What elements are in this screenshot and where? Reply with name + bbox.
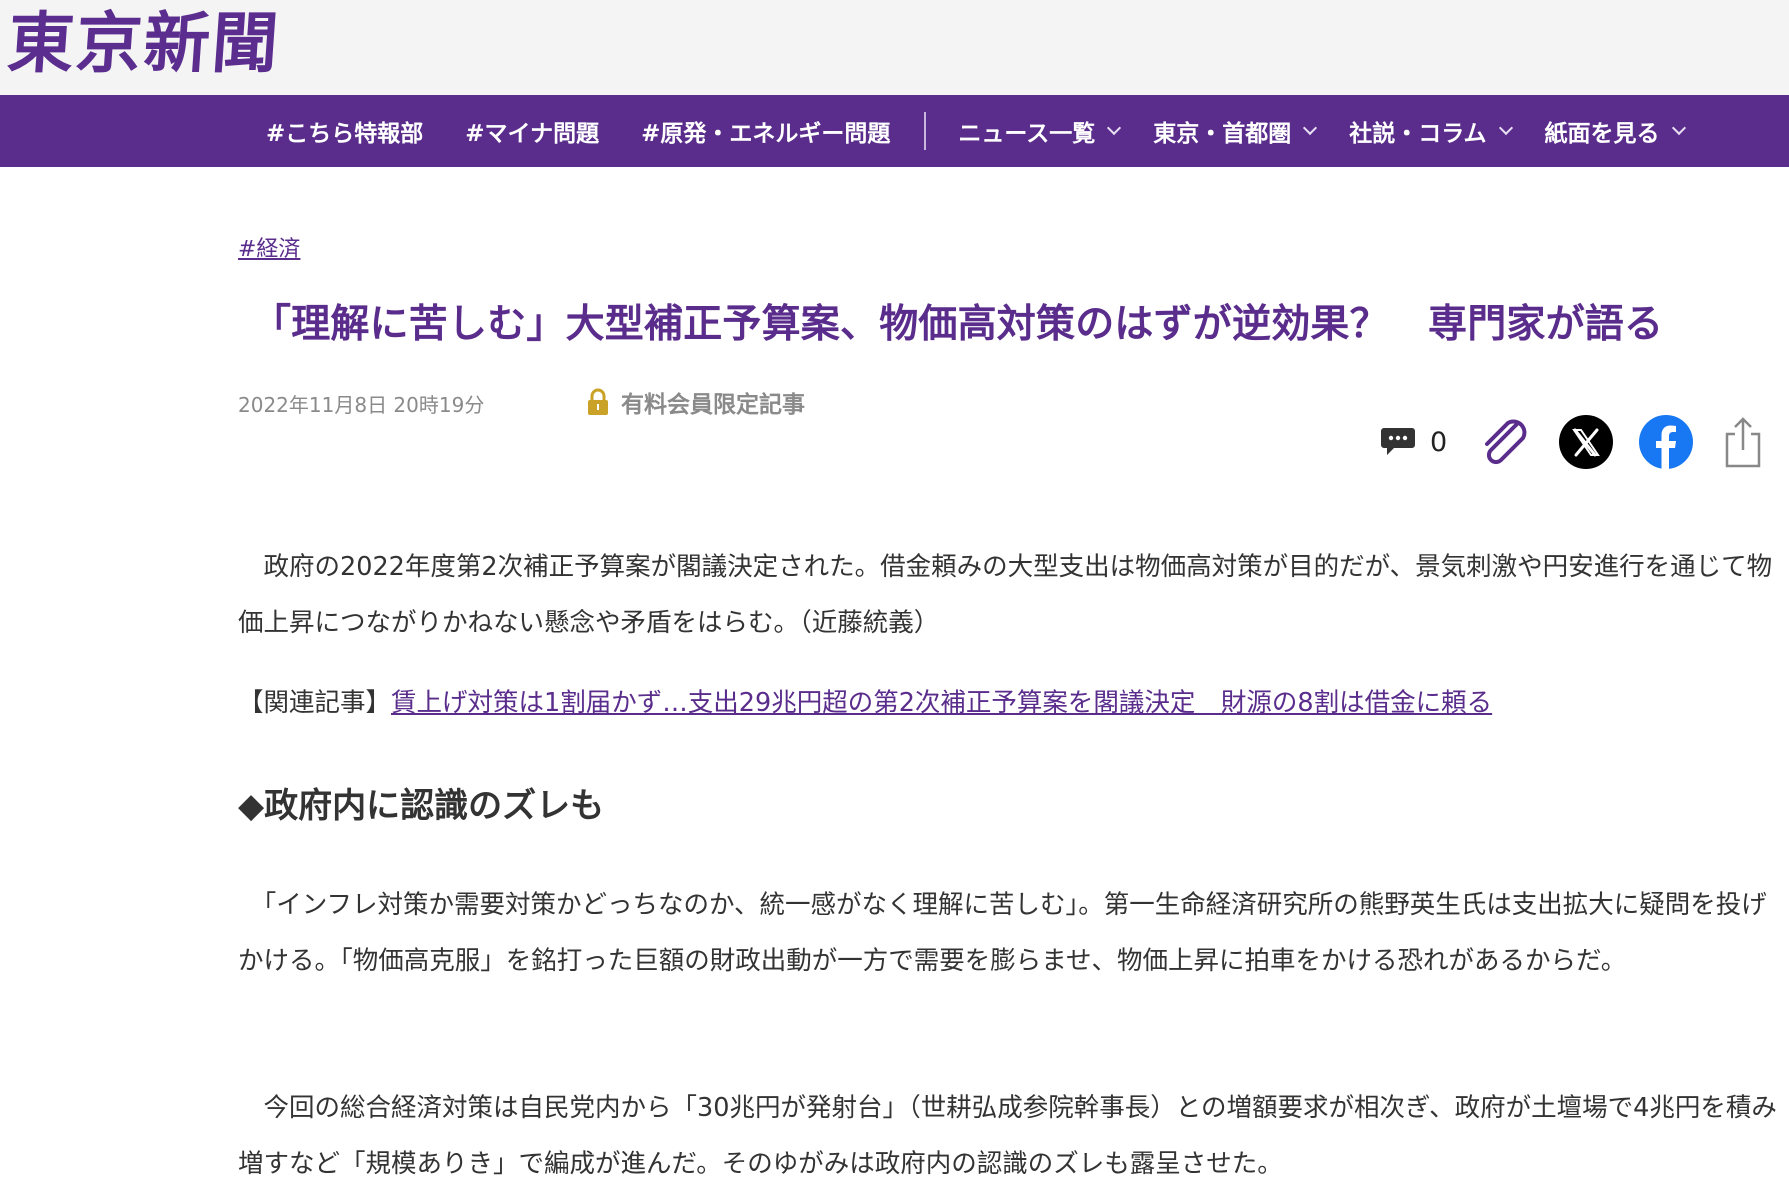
related-article: 【関連記事】賃上げ対策は1割届かず…支出29兆円超の第2次補正予算案を閣議決定 …	[238, 682, 1492, 719]
nav-item-label: 社説・コラム	[1349, 121, 1487, 147]
nav-item-kochira[interactable]: #こちら特報部	[266, 114, 423, 148]
nav-item-tokyo[interactable]: 東京・首都圏	[1153, 114, 1318, 148]
premium-label: 有料会員限定記事	[621, 392, 805, 418]
lock-icon	[588, 388, 608, 415]
premium-badge: 有料会員限定記事	[587, 385, 805, 419]
share-button[interactable]	[1723, 416, 1763, 468]
nav-item-label: #こちら特報部	[266, 121, 424, 147]
article-lead: 政府の2022年度第2次補正予算案が閣議決定された。借金頼みの大型支出は物価高対…	[238, 539, 1789, 651]
chevron-down-icon	[1671, 120, 1686, 136]
copy-link-button[interactable]	[1477, 414, 1533, 470]
share-bar: 0	[1380, 412, 1763, 472]
article-title: 「理解に苦しむ」大型補正予算案、物価高対策のはずが逆効果？ 専門家が語る	[252, 302, 1664, 347]
share-facebook-button[interactable]	[1639, 415, 1694, 469]
facebook-icon	[1639, 415, 1694, 469]
x-icon	[1559, 415, 1614, 469]
share-icon	[1725, 417, 1761, 468]
related-prefix: 【関連記事】	[238, 688, 392, 718]
nav-item-label: #原発・エネルギー問題	[641, 121, 891, 147]
article-date: 2022年11月8日 20時19分	[238, 393, 485, 417]
comment-button[interactable]	[1380, 426, 1416, 458]
nav-item-label: ニュース一覧	[958, 121, 1096, 147]
nav-item-label: #マイナ問題	[465, 121, 600, 147]
nav-items: #こちら特報部 #マイナ問題 #原発・エネルギー問題 ニュース一覧 東京・首都圏…	[266, 95, 1686, 167]
article-paragraph-1: 「インフレ対策か需要対策かどっちなのか、統一感がなく理解に苦しむ」。第一生命経済…	[238, 877, 1789, 989]
nav-item-editorial[interactable]: 社説・コラム	[1349, 114, 1513, 148]
clip-icon	[1485, 419, 1527, 465]
article-tag[interactable]: #経済	[238, 231, 300, 263]
chevron-down-icon	[1107, 120, 1122, 136]
nav-item-maina[interactable]: #マイナ問題	[465, 114, 599, 148]
nav-divider	[924, 112, 927, 150]
nav-item-paper[interactable]: 紙面を見る	[1544, 114, 1686, 148]
section-heading: ◆政府内に認識のズレも	[238, 786, 605, 826]
chevron-down-icon	[1303, 120, 1318, 136]
paragraph: 今回の総合経済対策は自民党内から「30兆円が発射台」（世耕弘成参院幹事長）との増…	[238, 1093, 1777, 1179]
share-x-button[interactable]	[1559, 415, 1614, 469]
site-header: 東京新聞	[0, 0, 1789, 95]
main-nav: #こちら特報部 #マイナ問題 #原発・エネルギー問題 ニュース一覧 東京・首都圏…	[0, 95, 1789, 167]
comment-count: 0	[1430, 426, 1448, 458]
paragraph: 「インフレ対策か需要対策かどっちなのか、統一感がなく理解に苦しむ」。第一生命経済…	[238, 890, 1767, 976]
nav-item-genpatsu[interactable]: #原発・エネルギー問題	[641, 114, 890, 148]
article-paragraph-2: 今回の総合経済対策は自民党内から「30兆円が発射台」（世耕弘成参院幹事長）との増…	[238, 1080, 1789, 1192]
nav-item-label: 東京・首都圏	[1153, 121, 1292, 147]
comment-icon	[1381, 428, 1415, 455]
nav-item-news-list[interactable]: ニュース一覧	[958, 114, 1122, 148]
lead-paragraph: 政府の2022年度第2次補正予算案が閣議決定された。借金頼みの大型支出は物価高対…	[238, 552, 1773, 638]
chevron-down-icon	[1498, 120, 1513, 136]
nav-item-label: 紙面を見る	[1544, 121, 1660, 147]
related-article-link[interactable]: 賃上げ対策は1割届かず…支出29兆円超の第2次補正予算案を閣議決定 財源の8割は…	[391, 688, 1492, 718]
site-logo[interactable]: 東京新聞	[5, 4, 282, 82]
